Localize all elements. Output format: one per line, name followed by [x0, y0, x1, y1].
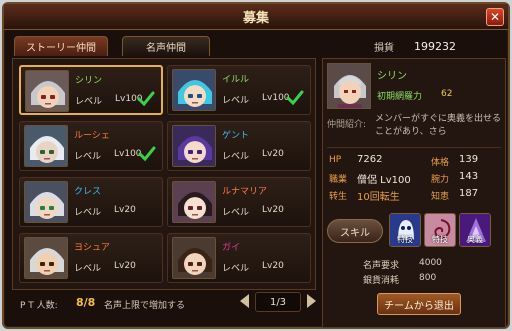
member-level-label: レベル — [222, 208, 250, 218]
member-level-value: Lv20 — [262, 261, 284, 271]
page-indicator: 1/3 — [255, 292, 301, 312]
prev-page-arrow-icon[interactable] — [240, 294, 249, 308]
checkmark-icon — [286, 90, 304, 106]
member-card-lunamaria[interactable]: ルナマリアレベル Lv20 — [167, 177, 311, 227]
next-page-arrow-icon[interactable] — [307, 294, 316, 308]
portrait-shirin-icon — [25, 70, 69, 112]
funds-label: 損貨 — [374, 42, 394, 54]
party-count-note: 名声上限で増加する — [104, 301, 186, 311]
detail-intro-label: 仲間紹介: — [327, 120, 367, 130]
stat-int-value: 187 — [459, 188, 479, 199]
skill-button-label: スキル — [340, 227, 370, 239]
member-level-value: Lv20 — [262, 149, 284, 159]
member-card-gento[interactable]: ゲントレベル Lv20 — [167, 121, 311, 171]
member-level-value: Lv20 — [262, 205, 284, 215]
portrait-yoshua-icon — [24, 237, 68, 279]
detail-portrait — [327, 63, 371, 109]
member-card-iruru[interactable]: イルル レベル Lv100 — [167, 65, 311, 115]
member-level-label: レベル — [222, 152, 250, 162]
recruit-window: 募集 ✕ ストーリー仲間 名声仲間 損貨 199232 シリン レベル Lv100 … — [2, 2, 510, 329]
skill-button[interactable]: スキル — [327, 219, 383, 243]
tab-story-companions[interactable]: ストーリー仲間 — [14, 36, 108, 56]
portrait-gento-icon — [172, 125, 216, 167]
stat-str-value: 143 — [459, 171, 479, 182]
member-level-label: レベル — [74, 152, 102, 162]
stat-vit-value: 139 — [459, 154, 479, 165]
tab-story-label: ストーリー仲間 — [26, 43, 96, 54]
detail-intro-text: メンバーがすぐに奥義を出せることがあり、さら — [375, 114, 502, 137]
funds-value: 199232 — [414, 39, 456, 53]
checkmark-icon — [138, 146, 156, 162]
leave-team-label: チームから退出 — [384, 300, 454, 312]
page-indicator-text: 1/3 — [269, 296, 287, 308]
stat-rebirth-value: 10回転生 — [357, 192, 400, 203]
tab-fame-label: 名声仲間 — [146, 43, 186, 54]
tab-fame-companions[interactable]: 名声仲間 — [122, 36, 210, 56]
member-list: シリン レベル Lv100 イルル レベル Lv100 ルーシェ レベル Lv100 ゲント… — [12, 58, 316, 290]
member-level-label: レベル — [74, 208, 102, 218]
party-count-label: P T 人数: — [20, 301, 58, 311]
stat-int-label: 知恵 — [431, 192, 450, 202]
skill-2-caption: 特技 — [432, 235, 448, 244]
silver-cost-label: 銀貨消耗 — [363, 276, 400, 286]
member-card-lushe[interactable]: ルーシェ レベル Lv100 — [19, 121, 163, 171]
checkmark-icon — [137, 91, 155, 107]
member-name: ルナマリア — [222, 187, 268, 197]
member-card-gai[interactable]: ガイレベル Lv20 — [167, 233, 311, 283]
member-level-label: レベル — [222, 264, 250, 274]
portrait-kuresu-icon — [24, 181, 68, 223]
detail-divider — [327, 147, 501, 148]
detail-skill-level: 62 — [441, 89, 453, 99]
funds-display: 損貨 199232 — [374, 37, 504, 55]
member-level-label: レベル — [75, 97, 103, 107]
fame-requirement-label: 名声要求 — [363, 261, 400, 271]
detail-name: シリン — [377, 71, 407, 82]
member-name: ガイ — [222, 243, 241, 253]
portrait-gai-icon — [172, 237, 216, 279]
close-button[interactable]: ✕ — [486, 8, 504, 26]
member-detail-panel: シリン 初期網羅力 62 仲間紹介: メンバーがすぐに奥義を出せることがあり、さ… — [322, 58, 506, 328]
member-level-label: レベル — [74, 264, 102, 274]
magic-skill-icon[interactable]: 奥義 — [459, 213, 491, 247]
stat-vit-label: 体格 — [431, 158, 450, 168]
close-icon: ✕ — [489, 10, 501, 24]
silver-cost-value: 800 — [419, 273, 437, 283]
stat-str-label: 腕力 — [431, 175, 450, 185]
portrait-lushe-icon — [24, 125, 68, 167]
member-level-value: Lv20 — [114, 205, 136, 215]
member-name: シリン — [75, 76, 103, 86]
fame-requirement-value: 4000 — [419, 258, 442, 268]
stat-hp-value: 7262 — [357, 154, 383, 165]
member-card-yoshua[interactable]: ヨシュアレベル Lv20 — [19, 233, 163, 283]
portrait-iruru-icon — [172, 69, 216, 111]
member-name: ルーシェ — [74, 131, 110, 141]
ghost-skill-icon[interactable]: 特技 — [389, 213, 421, 247]
stat-rebirth-label: 转生 — [329, 192, 348, 202]
member-name: ゲント — [222, 131, 250, 141]
window-title: 募集 — [242, 11, 269, 26]
stat-job-label: 職業 — [329, 175, 348, 185]
skill-1-caption: 特技 — [397, 235, 413, 244]
leave-team-button[interactable]: チームから退出 — [377, 293, 461, 315]
member-card-kuresu[interactable]: クレスレベル Lv20 — [19, 177, 163, 227]
title-bar: 募集 ✕ — [4, 4, 508, 30]
party-count-value: 8/8 — [76, 296, 96, 309]
detail-skill-name: 初期網羅力 — [377, 92, 423, 102]
member-name: クレス — [74, 187, 102, 197]
member-name: イルル — [222, 75, 250, 85]
member-level-value: Lv20 — [114, 261, 136, 271]
member-level-label: レベル — [222, 96, 250, 106]
stat-hp-label: HP — [329, 155, 342, 165]
skill-3-caption: 奥義 — [467, 235, 483, 244]
member-name: ヨシュア — [74, 243, 110, 253]
member-card-shirin[interactable]: シリン レベル Lv100 — [19, 65, 163, 115]
stat-job-value: 僧侶 Lv100 — [357, 175, 411, 186]
swirl-skill-icon[interactable]: 特技 — [424, 213, 456, 247]
portrait-lunamaria-icon — [172, 181, 216, 223]
